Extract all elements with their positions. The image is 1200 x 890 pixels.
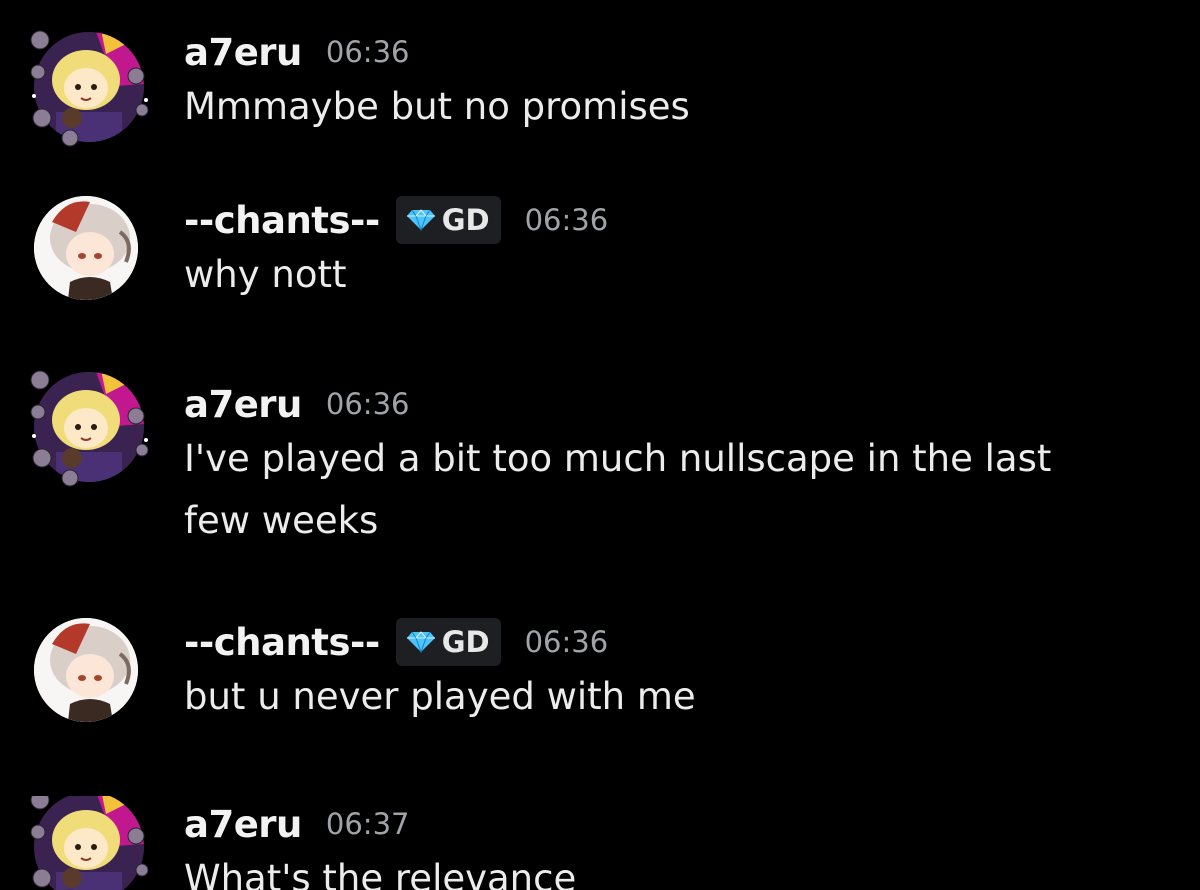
message-item[interactable]: a7eru 06:36 Mmmaybe but no promises xyxy=(0,24,1200,164)
badge-label: GD xyxy=(441,203,490,237)
username[interactable]: a7eru xyxy=(184,31,302,74)
message-text: What's the relevance xyxy=(184,857,577,890)
timestamp: 06:36 xyxy=(325,387,410,421)
message-text: why nott xyxy=(184,253,347,296)
avatar[interactable] xyxy=(26,614,152,740)
username[interactable]: --chants-- xyxy=(184,199,380,242)
message-item[interactable]: --chants-- GD 06:36 but u never played w… xyxy=(0,614,1200,734)
timestamp: 06:37 xyxy=(325,807,410,841)
avatar[interactable] xyxy=(26,192,152,318)
chants-avatar-icon xyxy=(34,196,138,300)
timestamp: 06:36 xyxy=(524,625,609,659)
message-header: a7eru 06:37 xyxy=(184,796,409,852)
badge-label: GD xyxy=(441,625,490,659)
avatar[interactable] xyxy=(26,24,152,150)
a7eru-avatar-icon xyxy=(30,30,149,147)
message-item[interactable]: --chants-- GD 06:36 why nott xyxy=(0,192,1200,312)
message-text: Mmmaybe but no promises xyxy=(184,85,690,128)
username[interactable]: a7eru xyxy=(184,383,302,426)
timestamp: 06:36 xyxy=(325,35,410,69)
message-text: I've played a bit too much nullscape in … xyxy=(184,437,1052,542)
a7eru-avatar-icon xyxy=(30,796,149,890)
username[interactable]: --chants-- xyxy=(184,621,380,664)
timestamp: 06:36 xyxy=(524,203,609,237)
chat-message-list: a7eru 06:36 Mmmaybe but no promises --ch… xyxy=(0,0,1200,890)
diamond-icon xyxy=(406,631,435,654)
username[interactable]: a7eru xyxy=(184,803,302,846)
message-text: but u never played with me xyxy=(184,675,696,718)
diamond-icon xyxy=(406,209,435,232)
message-header: --chants-- GD 06:36 xyxy=(184,192,608,248)
message-item[interactable]: a7eru 06:37 What's the relevance xyxy=(0,796,1200,890)
a7eru-avatar-icon xyxy=(30,370,149,487)
server-tag-badge[interactable]: GD xyxy=(395,618,501,666)
message-header: a7eru 06:36 xyxy=(184,376,409,432)
message-header: a7eru 06:36 xyxy=(184,24,409,80)
avatar[interactable] xyxy=(26,796,152,890)
message-header: --chants-- GD 06:36 xyxy=(184,614,608,670)
avatar[interactable] xyxy=(26,364,152,490)
server-tag-badge[interactable]: GD xyxy=(395,196,501,244)
chants-avatar-icon xyxy=(34,618,138,722)
message-item[interactable]: a7eru 06:36 I've played a bit too much n… xyxy=(0,370,1200,566)
